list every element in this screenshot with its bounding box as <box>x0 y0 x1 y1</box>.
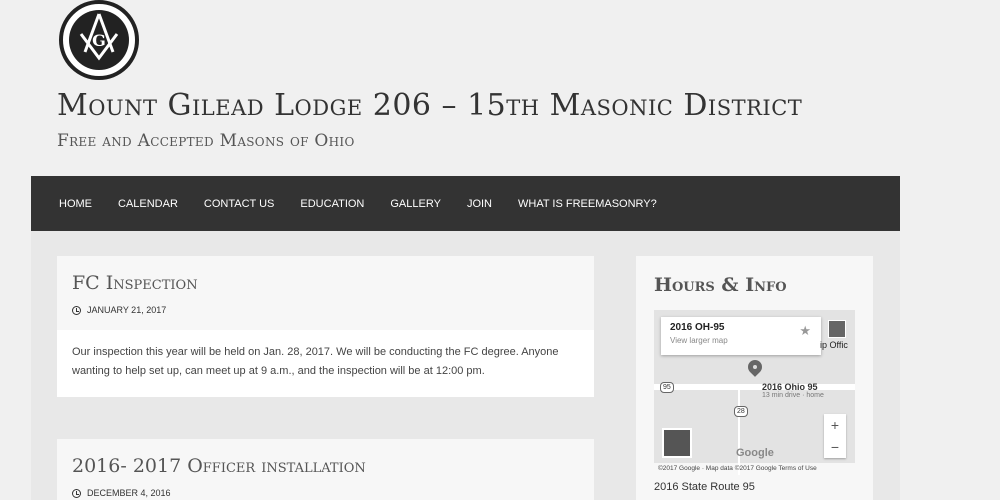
site-title[interactable]: Mount Gilead Lodge 206 – 15th Masonic Di… <box>57 88 802 123</box>
google-logo: Google <box>736 447 774 459</box>
hours-info-widget: Hours & Info 95 28 2016 OH-95 View large… <box>636 256 873 500</box>
site-header: G Mount Gilead Lodge 206 – 15th Masonic … <box>0 0 1000 176</box>
zoom-out-button[interactable]: − <box>824 436 846 458</box>
view-larger-map-link[interactable]: View larger map <box>670 336 812 345</box>
route-shield-95: 95 <box>660 382 674 393</box>
nav-item-what-is-freemasonry[interactable]: WHAT IS FREEMASONRY? <box>518 198 657 210</box>
post-officer-installation: 2016- 2017 Officer installation DECEMBER… <box>57 439 594 500</box>
zoom-controls: + − <box>824 414 846 458</box>
nav-item-home[interactable]: HOME <box>59 198 92 210</box>
post-fc-inspection: FC Inspection JANUARY 21, 2017 Our inspe… <box>57 256 594 397</box>
post-title[interactable]: FC Inspection <box>72 272 579 294</box>
office-thumbnail[interactable] <box>828 320 846 338</box>
map-attribution: ©2017 Google · Map data ©2017 Google Ter… <box>654 463 855 475</box>
zoom-in-button[interactable]: + <box>824 414 846 436</box>
map-place-card: 2016 OH-95 View larger map ★ <box>661 317 821 355</box>
post-date: JANUARY 21, 2017 <box>72 305 579 315</box>
nav-item-gallery[interactable]: GALLERY <box>390 198 441 210</box>
clock-icon <box>72 305 81 315</box>
nav-item-education[interactable]: EDUCATION <box>300 198 364 210</box>
masonic-logo[interactable]: G <box>59 0 139 80</box>
star-icon[interactable]: ★ <box>799 323 811 339</box>
post-body: Our inspection this year will be held on… <box>72 346 559 377</box>
satellite-toggle[interactable] <box>662 428 692 458</box>
map-place-name: 2016 OH-95 <box>670 322 725 333</box>
site-description: Free and Accepted Masons of Ohio <box>57 131 355 151</box>
route-shield-28: 28 <box>734 406 748 417</box>
map-pin-sublabel: 13 min drive · home <box>762 392 824 399</box>
map-pin-dot <box>753 365 757 369</box>
widget-title: Hours & Info <box>654 274 787 296</box>
nav-item-join[interactable]: JOIN <box>467 198 492 210</box>
address: 2016 State Route 95 <box>654 481 755 493</box>
post-title[interactable]: 2016- 2017 Officer installation <box>72 455 579 477</box>
main-nav: HOME CALENDAR CONTACT US EDUCATION GALLE… <box>31 176 900 231</box>
post-header: FC Inspection JANUARY 21, 2017 <box>57 256 594 330</box>
map-road <box>654 384 855 390</box>
google-map[interactable]: 95 28 2016 OH-95 View larger map ★ ip Of… <box>654 310 855 475</box>
post-header: 2016- 2017 Officer installation DECEMBER… <box>57 439 594 500</box>
logo-letter: G <box>92 31 106 50</box>
post-date-text[interactable]: DECEMBER 4, 2016 <box>87 488 171 498</box>
map-pin-label: 2016 Ohio 95 <box>762 382 818 392</box>
nav-item-contact-us[interactable]: CONTACT US <box>204 198 275 210</box>
post-date-text[interactable]: JANUARY 21, 2017 <box>87 305 166 315</box>
post-date: DECEMBER 4, 2016 <box>72 488 579 498</box>
clock-icon <box>72 488 81 498</box>
map-poi-label: ip Offic <box>820 340 848 350</box>
nav-item-calendar[interactable]: CALENDAR <box>118 198 178 210</box>
